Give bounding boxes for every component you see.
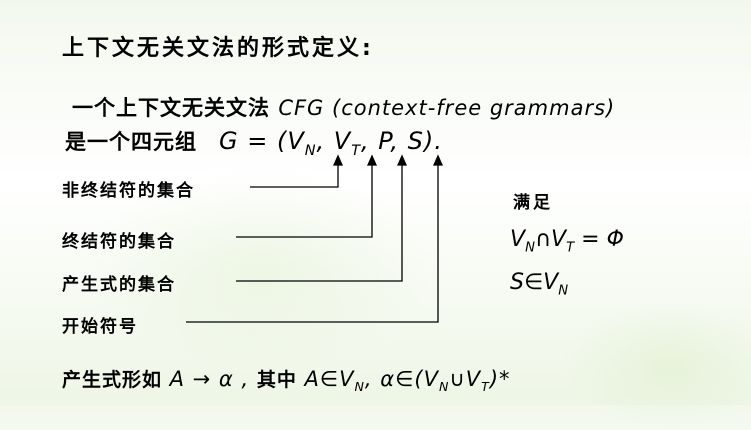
arrowhead-vn: [332, 154, 344, 166]
arrowhead-p: [396, 154, 408, 166]
arrowhead-s: [432, 154, 444, 166]
production-formula: A → α ,: [169, 367, 257, 391]
pointer-line-vn: [250, 162, 339, 188]
production-constraint: A∈VN, α∈(VN∪VT)*: [304, 367, 511, 395]
condition-start-in-vn: S∈VN: [510, 270, 569, 299]
production-form-prefix: 产生式形如: [62, 369, 170, 391]
production-form-line: 产生式形如 A → α , 其中 A∈VN, α∈(VN∪VT)*: [62, 365, 511, 394]
condition-disjoint: VN∩VT = Φ: [510, 227, 624, 256]
pointer-line-p: [236, 162, 403, 282]
pointer-line-vt: [236, 162, 373, 238]
production-where: 其中: [256, 369, 305, 391]
pointer-line-s: [186, 162, 439, 323]
satisfies-title: 满足: [513, 193, 553, 213]
arrowhead-vt: [366, 154, 378, 166]
pointer-lines: [186, 154, 444, 323]
